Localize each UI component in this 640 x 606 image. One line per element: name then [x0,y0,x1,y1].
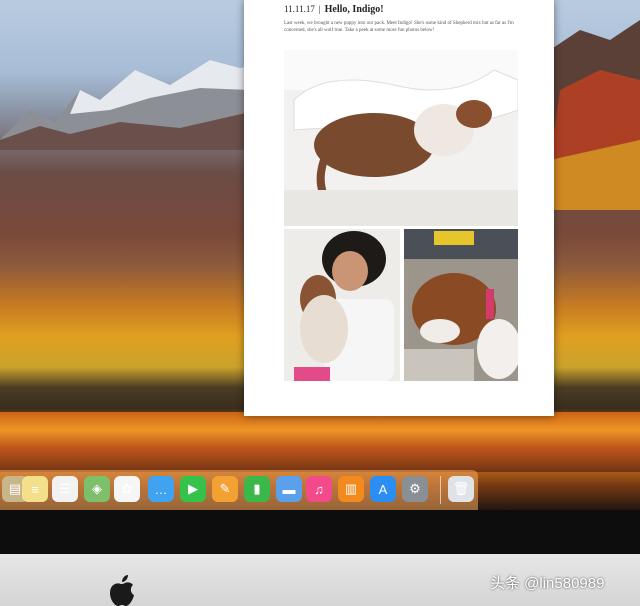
dock: ▤ ≡ ☰ ◈ ✿… ▶ ✎ ▮ ▬ ♫ ▥ A ⚙ 🗑 [0,470,478,510]
apple-logo-icon [110,575,134,606]
dock-separator [440,476,441,504]
document-body: Last week, we brought a new puppy into o… [284,21,514,33]
notes-icon[interactable]: ≡ [22,476,48,502]
header-separator: | [318,4,321,14]
lake-reflection [0,412,640,472]
photo-woman-with-dog[interactable] [284,229,400,381]
keynote-icon[interactable]: ▬ [276,476,302,502]
maps-icon[interactable]: ◈ [84,476,110,502]
photo-dog-lying-image [284,50,518,226]
photo-dog-lying[interactable] [284,50,518,226]
ibooks-icon[interactable]: ▥ [338,476,364,502]
reminders-icon[interactable]: ☰ [52,476,78,502]
photo-dog-closeup-image [404,229,518,381]
monitor-bezel [0,510,640,554]
document-title: Hello, Indigo! [324,4,384,15]
photos-icon[interactable]: ✿ [114,476,140,502]
system-preferences-icon[interactable]: ⚙ [402,476,428,502]
mountain-right [550,20,640,210]
document-date: 11.11.17 [284,4,315,14]
document-header: 11.11.17 | Hello, Indigo! [284,4,384,15]
photo-woman-with-dog-image [284,229,400,381]
trash-icon[interactable]: 🗑 [448,476,474,502]
itunes-icon[interactable]: ♫ [306,476,332,502]
photo-dog-closeup[interactable] [404,229,518,381]
pages-icon[interactable]: ✎ [212,476,238,502]
document-window[interactable]: 11.11.17 | Hello, Indigo! Last week, we br… [244,0,554,416]
numbers-icon[interactable]: ▮ [244,476,270,502]
facetime-icon[interactable]: ▶ [180,476,206,502]
messages-icon[interactable]: … [148,476,174,502]
watermark-text: 头条 @lin580989 [490,575,605,592]
mountain-left [0,60,250,150]
app-store-icon[interactable]: A [370,476,396,502]
